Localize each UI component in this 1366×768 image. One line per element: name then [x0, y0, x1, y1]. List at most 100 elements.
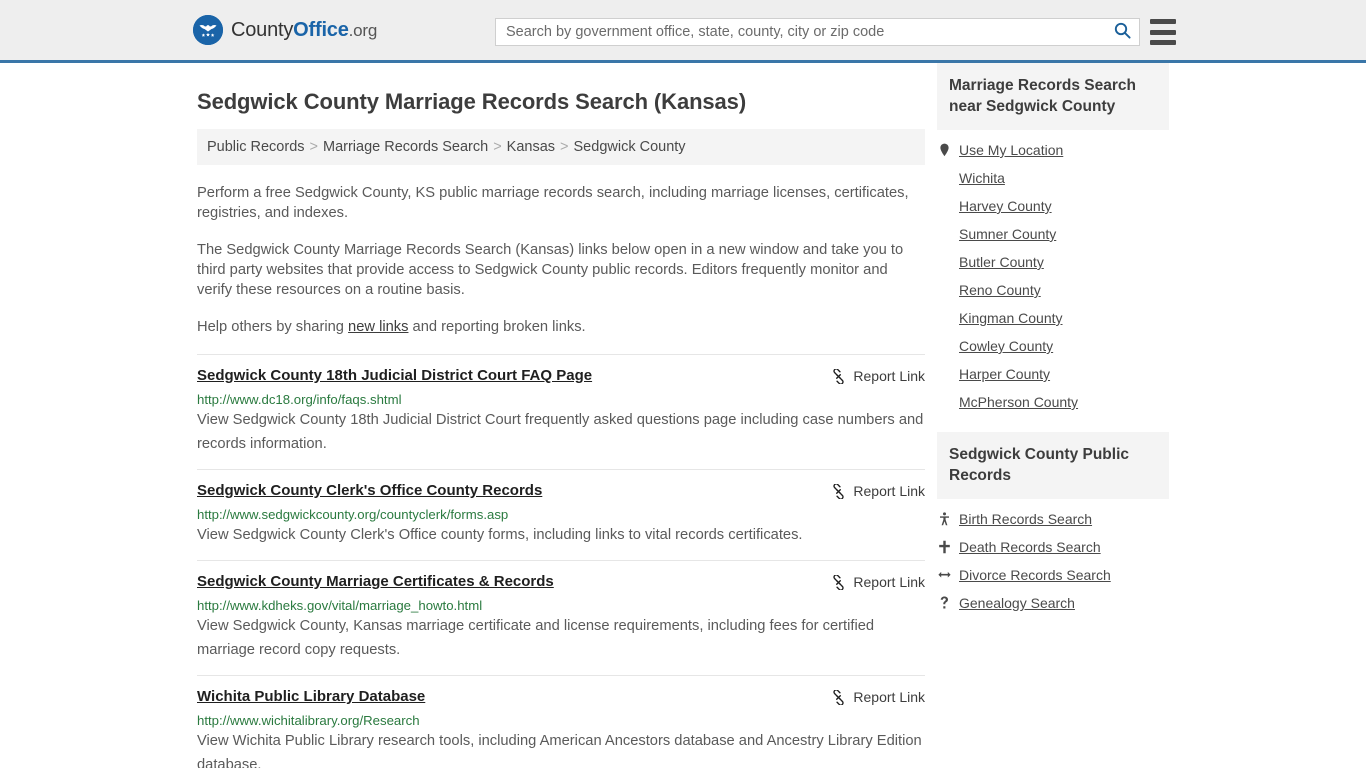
sidebar-list-item: McPherson County: [937, 382, 1169, 410]
sidebar-public-records-link-0[interactable]: Birth Records Search: [959, 511, 1092, 527]
result-description: View Wichita Public Library research too…: [197, 733, 922, 768]
sidebar-list-item: Death Records Search: [937, 527, 1169, 555]
sidebar-nearby-link-9[interactable]: McPherson County: [959, 394, 1078, 410]
result-header: Sedgwick County Clerk's Office County Re…: [197, 482, 925, 500]
sidebar-list-item: Reno County: [937, 270, 1169, 298]
hamburger-menu-icon-bar: [1150, 29, 1176, 35]
result-item: Sedgwick County 18th Judicial District C…: [197, 354, 925, 469]
sidebar-nearby-heading: Marriage Records Search near Sedgwick Co…: [937, 63, 1169, 130]
intro-text-after-link: and reporting broken links.: [408, 319, 586, 335]
sidebar-nearby-link-6[interactable]: Kingman County: [959, 310, 1063, 326]
result-item: Wichita Public Library Database Report Li…: [197, 675, 925, 768]
report-link-button[interactable]: Report Link: [831, 574, 925, 590]
breadcrumb-item-public-records[interactable]: Public Records: [207, 139, 305, 155]
result-url[interactable]: http://www.sedgwickcounty.org/countycler…: [197, 507, 925, 522]
sidebar-list-item: Wichita: [937, 158, 1169, 186]
result-description: View Sedgwick County Clerk's Office coun…: [197, 527, 803, 543]
report-link-button[interactable]: Report Link: [831, 368, 925, 384]
result-item: Sedgwick County Clerk's Office County Re…: [197, 469, 925, 560]
question-mark-icon: [937, 596, 951, 610]
sidebar-public-records-link-2[interactable]: Divorce Records Search: [959, 567, 1111, 583]
sidebar-nearby-link-7[interactable]: Cowley County: [959, 338, 1053, 354]
report-link-button[interactable]: Report Link: [831, 689, 925, 705]
breadcrumb-item-sedgwick-county: Sedgwick County: [573, 139, 686, 155]
brand-word-tld: .org: [348, 20, 378, 40]
intro-paragraph-1: Perform a free Sedgwick County, KS publi…: [197, 185, 909, 221]
sidebar-nearby-link-0[interactable]: Use My Location: [959, 142, 1063, 158]
search-input[interactable]: [496, 19, 1105, 45]
new-links-link[interactable]: new links: [348, 319, 408, 335]
breadcrumb-item-kansas[interactable]: Kansas: [507, 139, 555, 155]
sidebar-public-records-heading: Sedgwick County Public Records: [937, 432, 1169, 499]
eagle-shield-logo-icon: [193, 15, 223, 45]
sidebar-public-records-link-1[interactable]: Death Records Search: [959, 539, 1101, 555]
breadcrumb-separator: >: [493, 139, 502, 155]
intro-paragraph-3: Help others by sharing new links and rep…: [197, 317, 925, 337]
report-link-button[interactable]: Report Link: [831, 483, 925, 499]
content-container: Sedgwick County Marriage Records Search …: [193, 63, 1173, 768]
search-button[interactable]: [1105, 19, 1139, 45]
sidebar-nearby-link-5[interactable]: Reno County: [959, 282, 1041, 298]
report-link-label: Report Link: [853, 368, 925, 384]
search-icon: [1114, 22, 1131, 42]
hamburger-menu-icon-bar: [1150, 19, 1176, 24]
brand-word-strong: Office: [293, 18, 349, 41]
result-description: View Sedgwick County, Kansas marriage ce…: [197, 618, 875, 658]
sidebar-nearby-link-8[interactable]: Harper County: [959, 366, 1050, 382]
broken-link-icon: [831, 574, 846, 590]
page-title: Sedgwick County Marriage Records Search …: [197, 89, 747, 114]
map-pin-icon: [937, 143, 951, 157]
sidebar-list-item: Birth Records Search: [937, 499, 1169, 527]
result-description: View Sedgwick County 18th Judicial Distr…: [197, 412, 924, 452]
site-logo-link[interactable]: CountyOffice.org: [193, 15, 377, 45]
result-url[interactable]: http://www.dc18.org/info/faqs.shtml: [197, 392, 925, 407]
sidebar-list-item: Harper County: [937, 354, 1169, 382]
report-link-label: Report Link: [853, 483, 925, 499]
breadcrumb-item-marriage-records-search[interactable]: Marriage Records Search: [323, 139, 488, 155]
sidebar-list-item: Kingman County: [937, 298, 1169, 326]
baby-icon: [937, 512, 951, 526]
sidebar: Marriage Records Search near Sedgwick Co…: [937, 63, 1169, 611]
result-url[interactable]: http://www.kdheks.gov/vital/marriage_how…: [197, 598, 925, 613]
broken-link-icon: [831, 483, 846, 499]
cross-icon: [937, 540, 951, 554]
sidebar-nearby-link-3[interactable]: Sumner County: [959, 226, 1056, 242]
sidebar-list-item: Butler County: [937, 242, 1169, 270]
result-header: Sedgwick County Marriage Certificates & …: [197, 573, 925, 591]
intro-text-before-link: Help others by sharing: [197, 319, 349, 335]
result-header: Wichita Public Library Database Report Li…: [197, 688, 925, 706]
result-title-link[interactable]: Wichita Public Library Database: [197, 688, 425, 706]
sidebar-nearby-link-4[interactable]: Butler County: [959, 254, 1044, 270]
sidebar-list-item: Sumner County: [937, 214, 1169, 242]
report-link-label: Report Link: [853, 574, 925, 590]
report-link-label: Report Link: [853, 689, 925, 705]
breadcrumb-separator: >: [560, 139, 569, 155]
result-title-link[interactable]: Sedgwick County Clerk's Office County Re…: [197, 482, 542, 500]
sidebar-nearby-link-2[interactable]: Harvey County: [959, 198, 1052, 214]
broken-link-icon: [831, 689, 846, 705]
split-arrows-icon: [937, 568, 951, 582]
intro-paragraph-2: The Sedgwick County Marriage Records Sea…: [197, 242, 904, 298]
sidebar-list-item: Use My Location: [937, 130, 1169, 158]
page-body: Sedgwick County Marriage Records Search …: [0, 63, 1366, 768]
brand-word-first: County: [231, 18, 294, 41]
sidebar-list-item: Harvey County: [937, 186, 1169, 214]
broken-link-icon: [831, 368, 846, 384]
sidebar-public-records-list: Birth Records Search Death Records Search…: [937, 499, 1169, 611]
sidebar-public-records-link-3[interactable]: Genealogy Search: [959, 595, 1075, 611]
hamburger-menu-button[interactable]: [1150, 19, 1176, 45]
result-item: Sedgwick County Marriage Certificates & …: [197, 560, 925, 675]
sidebar-list-item: Cowley County: [937, 326, 1169, 354]
sidebar-nearby-link-1[interactable]: Wichita: [959, 170, 1005, 186]
result-title-link[interactable]: Sedgwick County Marriage Certificates & …: [197, 573, 554, 591]
hamburger-menu-icon-bar: [1150, 40, 1176, 45]
sidebar-list-item: Genealogy Search: [937, 583, 1169, 611]
site-header: CountyOffice.org: [0, 0, 1366, 63]
main-column: Sedgwick County Marriage Records Search …: [197, 63, 925, 768]
sidebar-nearby-list: Use My Location Wichita Harvey County Sumne…: [937, 130, 1169, 410]
result-url[interactable]: http://www.wichitalibrary.org/Research: [197, 713, 925, 728]
result-title-link[interactable]: Sedgwick County 18th Judicial District C…: [197, 367, 592, 385]
sidebar-list-item: Divorce Records Search: [937, 555, 1169, 583]
result-header: Sedgwick County 18th Judicial District C…: [197, 367, 925, 385]
